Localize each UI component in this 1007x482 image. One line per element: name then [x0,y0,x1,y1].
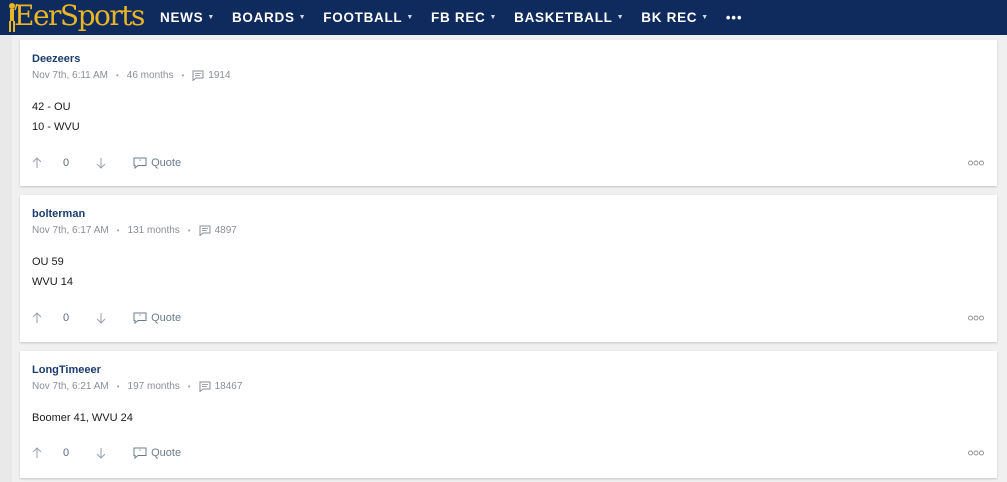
comment-icon [199,225,211,236]
post-header: bolterman Nov 7th, 6:17 AM • 131 months … [32,208,237,236]
post-body: Boomer 41, WVU 24 [32,408,133,428]
nav-label: BK REC [641,10,698,25]
nav-label: FB REC [431,10,486,25]
quote-button[interactable]: " Quote [133,312,181,324]
arrow-down-icon [96,158,106,169]
upvote-button[interactable] [32,447,42,459]
vote-score: 0 [63,312,70,324]
nav-more-button[interactable]: ••• [726,10,743,25]
forum-post: Deezeers Nov 7th, 6:11 AM • 46 months • … [20,40,997,186]
quote-button[interactable]: " Quote [133,157,181,169]
post-time: Nov 7th, 6:11 AM [32,70,108,81]
more-options-icon [968,160,984,166]
post-header: LongTimeeer Nov 7th, 6:21 AM • 197 month… [32,364,242,392]
arrow-up-icon [32,157,42,168]
separator-dot: • [116,226,120,235]
post-text-line: 10 - WVU [32,121,80,133]
nav-bk-rec[interactable]: BK REC ▼ [641,10,709,25]
downvote-button[interactable] [96,447,106,459]
vote-score: 0 [63,447,70,459]
user-post-count: 18467 [214,381,243,392]
post-options-button[interactable] [968,160,984,166]
arrow-up-icon [32,312,42,323]
post-text-line: Boomer 41, WVU 24 [32,412,133,424]
svg-text:": " [139,315,141,321]
nav-label: BASKETBALL [514,10,613,25]
user-post-count: 1914 [208,70,231,81]
arrow-down-icon [96,448,106,459]
post-meta: Nov 7th, 6:21 AM • 197 months • 18467 [32,381,242,392]
nav-fb-rec[interactable]: FB REC ▼ [431,10,497,25]
post-actions: 0 " Quote [32,447,181,459]
post-text-line: WVU 14 [32,276,73,288]
downvote-button[interactable] [96,157,106,169]
site-logo[interactable]: EerSports [0,0,150,35]
nav-football[interactable]: FOOTBALL ▼ [323,10,414,25]
vote-score: 0 [63,157,70,169]
caret-down-icon: ▼ [406,14,415,21]
post-username[interactable]: LongTimeeer [32,364,242,376]
quote-label: Quote [151,157,182,169]
comment-icon [192,70,204,81]
post-feed: Deezeers Nov 7th, 6:11 AM • 46 months • … [12,35,1007,482]
post-username[interactable]: Deezeers [32,53,231,65]
nav-basketball[interactable]: BASKETBALL ▼ [514,10,624,25]
post-time: Nov 7th, 6:17 AM [32,225,109,236]
quote-button[interactable]: " Quote [133,447,181,459]
user-tenure: 131 months [127,225,180,236]
nav-label: FOOTBALL [323,10,403,25]
caret-down-icon: ▼ [616,14,625,21]
post-text-line: 42 - OU [32,101,71,113]
top-navbar: EerSports NEWS ▼ BOARDS ▼ FOOTBALL ▼ FB … [0,0,1007,35]
forum-post: LongTimeeer Nov 7th, 6:21 AM • 197 month… [20,351,997,478]
more-options-icon [968,315,984,321]
separator-dot: • [187,382,191,391]
nav-boards[interactable]: BOARDS ▼ [232,10,306,25]
post-actions: 0 " Quote [32,157,181,169]
post-actions: 0 " Quote [32,312,181,324]
separator-dot: • [116,382,120,391]
more-options-icon [968,450,984,456]
separator-dot: • [115,71,119,80]
user-tenure: 197 months [127,381,180,392]
forum-post: bolterman Nov 7th, 6:17 AM • 131 months … [20,195,997,342]
post-meta: Nov 7th, 6:17 AM • 131 months • 4897 [32,225,237,236]
post-text-line: OU 59 [32,256,64,268]
separator-dot: • [181,71,185,80]
nav-label: BOARDS [231,10,295,25]
comment-icon [199,381,211,392]
main-nav: NEWS ▼ BOARDS ▼ FOOTBALL ▼ FB REC ▼ BASK… [160,10,743,25]
logo-text: EerSports [14,0,145,32]
quote-bubble-icon: " [133,447,147,459]
caret-down-icon: ▼ [489,14,498,21]
arrow-down-icon [96,313,106,324]
downvote-button[interactable] [96,312,106,324]
arrow-up-icon [32,447,42,458]
user-post-count: 4897 [214,225,237,236]
quote-label: Quote [151,312,182,324]
post-header: Deezeers Nov 7th, 6:11 AM • 46 months • … [32,53,231,81]
upvote-button[interactable] [32,312,42,324]
caret-down-icon: ▼ [207,14,215,21]
quote-bubble-icon: " [133,312,147,324]
caret-down-icon: ▼ [298,14,307,21]
post-meta: Nov 7th, 6:11 AM • 46 months • 1914 [32,70,231,81]
quote-label: Quote [151,447,182,459]
nav-label: NEWS [160,10,204,25]
post-body: OU 59 WVU 14 [32,252,73,292]
user-tenure: 46 months [126,70,174,81]
post-options-button[interactable] [968,450,984,456]
svg-text:": " [139,160,141,166]
separator-dot: • [187,226,191,235]
nav-news[interactable]: NEWS ▼ [160,10,215,25]
post-options-button[interactable] [968,315,984,321]
quote-bubble-icon: " [133,157,147,169]
svg-text:": " [139,450,141,456]
upvote-button[interactable] [32,157,42,169]
post-body: 42 - OU 10 - WVU [32,97,80,137]
post-username[interactable]: bolterman [32,208,237,220]
post-time: Nov 7th, 6:21 AM [32,381,109,392]
caret-down-icon: ▼ [701,14,709,21]
